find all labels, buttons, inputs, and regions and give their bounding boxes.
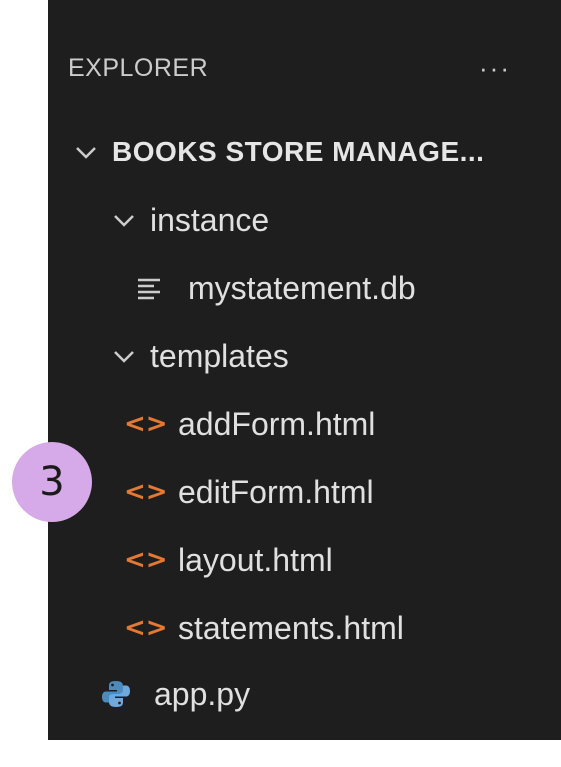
tree-file-layout-html[interactable]: <> layout.html	[124, 530, 333, 590]
tree-file-statements-html[interactable]: <> statements.html	[124, 598, 404, 658]
chevron-down-icon	[72, 138, 100, 166]
page: EXPLORER ··· BOOKS STORE MANAGE... insta…	[0, 0, 561, 767]
folder-label: instance	[150, 201, 270, 238]
file-label: editForm.html	[178, 473, 374, 510]
file-label: mystatement.db	[188, 269, 416, 306]
file-label: app.py	[154, 675, 251, 712]
more-actions-icon[interactable]: ···	[479, 53, 511, 84]
html-file-icon: <>	[124, 613, 168, 643]
tree-file-addform-html[interactable]: <> addForm.html	[124, 394, 375, 454]
tree-file-app-py[interactable]: app.py	[100, 664, 250, 724]
file-label: layout.html	[178, 541, 333, 578]
chevron-down-icon	[110, 342, 138, 370]
tree-file-editform-html[interactable]: <> editForm.html	[124, 462, 374, 522]
html-file-icon: <>	[124, 477, 168, 507]
explorer-header: EXPLORER ···	[68, 48, 513, 88]
html-file-icon: <>	[124, 545, 168, 575]
folder-label: templates	[150, 337, 289, 374]
chevron-down-icon	[110, 206, 138, 234]
file-label: statements.html	[178, 609, 404, 646]
tree-root-folder[interactable]: BOOKS STORE MANAGE...	[72, 122, 484, 182]
file-label: addForm.html	[178, 405, 376, 442]
root-folder-label: BOOKS STORE MANAGE...	[112, 136, 485, 167]
database-file-icon	[134, 273, 170, 303]
python-file-icon	[100, 678, 136, 710]
html-file-icon: <>	[124, 409, 168, 439]
step-number-badge: 3	[12, 442, 92, 522]
tree-file-mystatement-db[interactable]: mystatement.db	[134, 258, 416, 318]
tree-folder-instance[interactable]: instance	[110, 190, 269, 250]
tree-folder-templates[interactable]: templates	[110, 326, 289, 386]
explorer-title: EXPLORER	[68, 53, 209, 82]
